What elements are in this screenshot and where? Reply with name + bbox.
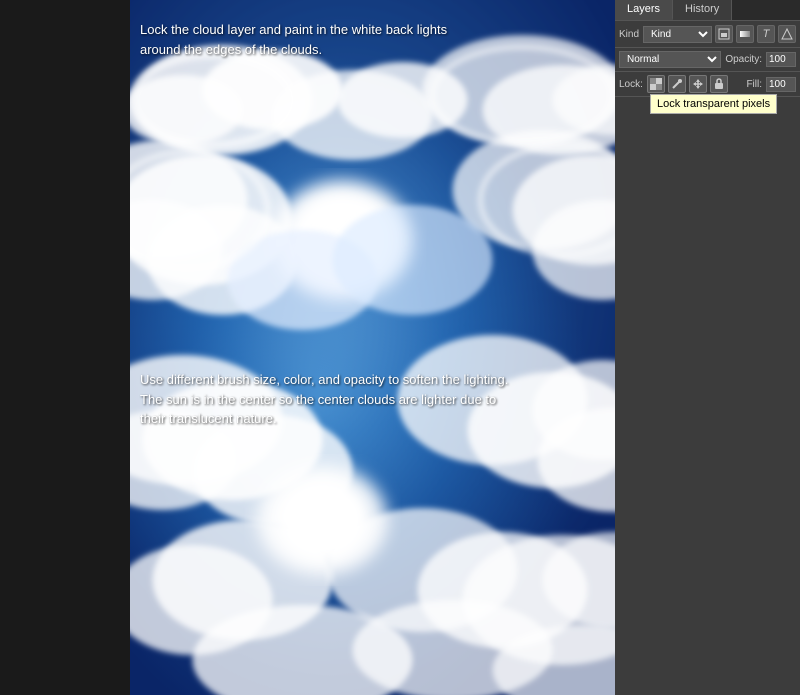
kind-label: Kind	[619, 29, 639, 40]
opacity-label: Opacity:	[725, 54, 762, 65]
lock-position-button[interactable]	[689, 75, 707, 93]
fill-input[interactable]	[766, 77, 796, 92]
gradient-filter-icon[interactable]	[736, 25, 754, 43]
lock-transparent-pixels-button[interactable]	[647, 75, 665, 93]
lock-row: Lock:	[615, 72, 800, 97]
right-panel: Layers History Kind Kind T	[615, 0, 800, 695]
canvas-instruction-bottom: Use different brush size, color, and opa…	[140, 370, 508, 429]
canvas-background: Lock the cloud layer and paint in the wh…	[130, 0, 615, 695]
text-filter-icon[interactable]: T	[757, 25, 775, 43]
left-sidebar	[0, 0, 130, 695]
kind-dropdown[interactable]: Kind	[643, 26, 712, 43]
fill-label: Fill:	[746, 79, 762, 90]
lock-all-button[interactable]	[710, 75, 728, 93]
lock-label: Lock:	[619, 79, 643, 90]
tooltip-lock-transparent: Lock transparent pixels	[650, 94, 777, 114]
lock-icons-group	[647, 75, 728, 93]
lock-image-pixels-button[interactable]	[668, 75, 686, 93]
kind-filter: Kind Kind	[619, 26, 712, 43]
main-canvas-area: Lock the cloud layer and paint in the wh…	[130, 0, 615, 695]
kind-filter-row: Kind Kind T	[615, 21, 800, 48]
canvas-instruction-top: Lock the cloud layer and paint in the wh…	[140, 20, 447, 59]
shape-filter-icon[interactable]	[778, 25, 796, 43]
tab-history[interactable]: History	[673, 0, 732, 20]
tab-layers[interactable]: Layers	[615, 0, 673, 20]
panel-tabs: Layers History	[615, 0, 800, 21]
opacity-input[interactable]	[766, 52, 796, 67]
blend-mode-dropdown[interactable]: Normal	[619, 51, 721, 68]
blend-opacity-row: Normal Opacity:	[615, 48, 800, 72]
image-filter-icon[interactable]	[715, 25, 733, 43]
